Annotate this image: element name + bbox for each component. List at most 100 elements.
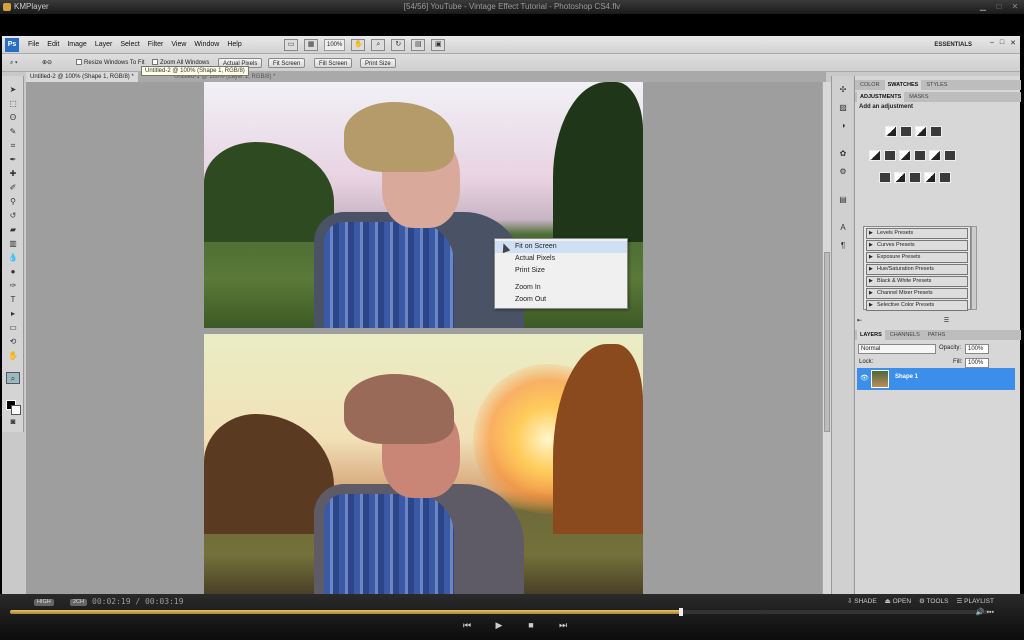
preset-selective-color[interactable]: Selective Color Presets <box>866 300 968 311</box>
preset-curves[interactable]: Curves Presets <box>866 240 968 251</box>
resize-windows-checkbox[interactable]: Resize Windows To Fit <box>76 58 145 68</box>
tab-color[interactable]: COLOR <box>857 80 883 90</box>
zoom-in-out-icon[interactable]: ⊕⊖ <box>42 58 52 68</box>
tab-channels[interactable]: CHANNELS <box>887 330 923 340</box>
move-tool-icon[interactable]: ➤ <box>6 84 20 96</box>
3d-rotate-icon[interactable]: ⟲ <box>6 336 20 348</box>
workspace-switcher[interactable]: ESSENTIALS <box>930 39 976 51</box>
arrange-documents-icon[interactable]: ▤ <box>411 39 426 51</box>
scrollbar-thumb[interactable] <box>824 252 830 432</box>
lasso-tool-icon[interactable]: ʘ <box>6 112 20 124</box>
minimize-icon[interactable]: ▁ <box>978 2 988 11</box>
blur-tool-icon[interactable]: 💧 <box>6 252 20 264</box>
ps-minimize-icon[interactable]: – <box>990 39 994 47</box>
color-balance-icon[interactable] <box>899 150 911 161</box>
exposure-icon[interactable] <box>930 126 942 137</box>
clone-source-icon[interactable]: ⚙ <box>836 166 850 178</box>
zoom-tool-icon[interactable]: ⌕ <box>371 39 386 51</box>
previous-icon[interactable]: ⏮ <box>460 620 474 631</box>
character-icon[interactable]: A <box>836 222 850 234</box>
levels-icon[interactable] <box>900 126 912 137</box>
print-size-button[interactable]: Print Size <box>360 58 396 68</box>
tab-paths[interactable]: PATHS <box>925 330 949 340</box>
menu-item-zoom-in[interactable]: Zoom In <box>495 282 627 294</box>
tools-button[interactable]: ⚙ TOOLS <box>919 597 948 605</box>
tab-adjustments[interactable]: ADJUSTMENTS <box>857 92 905 102</box>
vertical-scrollbar[interactable] <box>822 82 831 594</box>
tab-layers[interactable]: LAYERS <box>857 330 885 340</box>
brightness-contrast-icon[interactable] <box>885 126 897 137</box>
presets-scrollbar[interactable] <box>971 226 977 310</box>
dodge-tool-icon[interactable]: ● <box>6 266 20 278</box>
blend-mode-dropdown[interactable]: Normal <box>858 344 936 354</box>
layer-name[interactable]: Shape 1 <box>895 374 918 380</box>
panel-options-icon[interactable]: ☰ <box>944 318 949 324</box>
shade-button[interactable]: ⇩ SHADE <box>847 597 877 605</box>
menu-file[interactable]: File <box>28 36 39 54</box>
hue-saturation-icon[interactable] <box>884 150 896 161</box>
pen-tool-icon[interactable]: ✑ <box>6 280 20 292</box>
threshold-icon[interactable] <box>909 172 921 183</box>
curves-icon[interactable] <box>915 126 927 137</box>
tab-swatches[interactable]: SWATCHES <box>884 80 922 90</box>
canvas-area[interactable]: Fit on Screen Actual Pixels Print Size Z… <box>26 82 822 594</box>
seek-bar[interactable] <box>10 608 990 616</box>
hand-tool-box-icon[interactable]: ✋ <box>6 350 20 362</box>
vibrance-icon[interactable] <box>869 150 881 161</box>
menu-image[interactable]: Image <box>67 36 86 54</box>
zoom-level-dropdown[interactable]: 100% <box>324 39 346 51</box>
zoom-tool-box-icon[interactable]: ⌕ <box>6 372 20 384</box>
return-to-list-icon[interactable]: ⇤ <box>857 318 862 324</box>
quick-mask-icon[interactable]: ◙ <box>6 416 20 428</box>
layer-row[interactable]: 👁 Shape 1 <box>857 368 1015 390</box>
black-white-icon[interactable] <box>914 150 926 161</box>
doc-tab-untitled-2[interactable]: Untitled-2 @ 100% (Shape 1, RGB/8) * <box>26 72 138 82</box>
clone-stamp-icon[interactable]: ⚲ <box>6 196 20 208</box>
brush-tool-icon[interactable]: ✐ <box>6 182 20 194</box>
tab-styles[interactable]: STYLES <box>923 80 950 90</box>
menu-filter[interactable]: Filter <box>148 36 164 54</box>
shape-tool-icon[interactable]: ▭ <box>6 322 20 334</box>
hand-tool-icon[interactable]: ✋ <box>351 39 366 51</box>
menu-window[interactable]: Window <box>194 36 219 54</box>
path-select-icon[interactable]: ▸ <box>6 308 20 320</box>
invert-icon[interactable] <box>879 172 891 183</box>
posterize-icon[interactable] <box>894 172 906 183</box>
menu-edit[interactable]: Edit <box>47 36 59 54</box>
close-icon[interactable]: ✕ <box>1010 2 1020 11</box>
selective-color-icon[interactable] <box>939 172 951 183</box>
gradient-map-icon[interactable] <box>924 172 936 183</box>
histogram-icon[interactable]: ▨ <box>836 102 850 114</box>
play-icon[interactable]: ▶ <box>492 620 506 631</box>
photo-filter-icon[interactable] <box>929 150 941 161</box>
audio-channel-badge[interactable]: 2CH <box>70 599 88 606</box>
zoom-preset-icon[interactable]: ⌕ ▾ <box>10 58 18 68</box>
history-icon[interactable]: ▤ <box>836 194 850 206</box>
maximize-icon[interactable]: □ <box>994 2 1004 11</box>
seek-handle[interactable] <box>679 608 684 616</box>
eraser-tool-icon[interactable]: ▰ <box>6 224 20 236</box>
info-icon[interactable]: ◑ <box>836 120 850 132</box>
fill-input[interactable]: 100% <box>965 358 989 368</box>
history-brush-icon[interactable]: ↺ <box>6 210 20 222</box>
preset-levels[interactable]: Levels Presets <box>866 228 968 239</box>
healing-brush-icon[interactable]: ✚ <box>6 168 20 180</box>
volume-control[interactable]: 🔊 ▪▪▪ <box>976 608 994 616</box>
fill-screen-button[interactable]: Fill Screen <box>314 58 353 68</box>
menu-item-print-size[interactable]: Print Size <box>495 265 627 277</box>
eye-icon[interactable]: 👁 <box>860 374 869 382</box>
preset-hue-saturation[interactable]: Hue/Saturation Presets <box>866 264 968 275</box>
navigator-icon[interactable]: ✣ <box>836 84 850 96</box>
menu-help[interactable]: Help <box>227 36 241 54</box>
channel-mixer-icon[interactable] <box>944 150 956 161</box>
background-color-swatch[interactable] <box>11 405 21 415</box>
menu-item-fit-on-screen[interactable]: Fit on Screen <box>495 241 627 254</box>
stop-icon[interactable]: ■ <box>524 620 538 631</box>
bridge-icon[interactable]: ▭ <box>284 39 298 51</box>
quick-select-tool-icon[interactable]: ✎ <box>6 126 20 138</box>
rotate-view-icon[interactable]: ↻ <box>391 39 406 51</box>
tab-masks[interactable]: MASKS <box>906 92 931 102</box>
ps-close-icon[interactable]: ✕ <box>1010 39 1016 47</box>
menu-item-actual-pixels[interactable]: Actual Pixels <box>495 253 627 265</box>
marquee-tool-icon[interactable]: ⬚ <box>6 98 20 110</box>
